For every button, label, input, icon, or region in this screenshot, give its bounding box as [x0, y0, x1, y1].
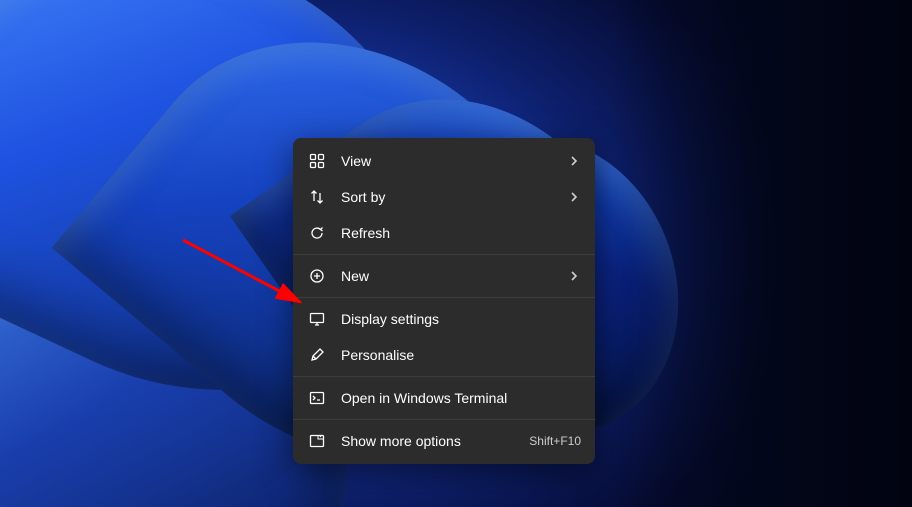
- menu-item-label: View: [341, 153, 567, 169]
- menu-item-sort-by[interactable]: Sort by: [293, 179, 595, 215]
- menu-separator: [293, 254, 595, 255]
- desktop-context-menu: View Sort by Refresh New Disp: [293, 138, 595, 464]
- menu-item-label: Refresh: [341, 225, 581, 241]
- show-more-icon: [307, 431, 327, 451]
- menu-item-label: Personalise: [341, 347, 581, 363]
- chevron-right-icon: [567, 269, 581, 283]
- menu-item-refresh[interactable]: Refresh: [293, 215, 595, 251]
- menu-item-label: New: [341, 268, 567, 284]
- menu-separator: [293, 419, 595, 420]
- sort-icon: [307, 187, 327, 207]
- menu-item-label: Sort by: [341, 189, 567, 205]
- menu-item-label: Show more options: [341, 433, 529, 449]
- menu-item-new[interactable]: New: [293, 258, 595, 294]
- menu-separator: [293, 297, 595, 298]
- view-icon: [307, 151, 327, 171]
- refresh-icon: [307, 223, 327, 243]
- new-icon: [307, 266, 327, 286]
- chevron-right-icon: [567, 190, 581, 204]
- display-icon: [307, 309, 327, 329]
- menu-separator: [293, 376, 595, 377]
- terminal-icon: [307, 388, 327, 408]
- menu-item-label: Open in Windows Terminal: [341, 390, 581, 406]
- menu-item-open-terminal[interactable]: Open in Windows Terminal: [293, 380, 595, 416]
- menu-item-label: Display settings: [341, 311, 581, 327]
- chevron-right-icon: [567, 154, 581, 168]
- menu-item-display-settings[interactable]: Display settings: [293, 301, 595, 337]
- menu-item-show-more-options[interactable]: Show more options Shift+F10: [293, 423, 595, 459]
- menu-item-personalise[interactable]: Personalise: [293, 337, 595, 373]
- personalise-icon: [307, 345, 327, 365]
- menu-item-view[interactable]: View: [293, 143, 595, 179]
- menu-item-shortcut: Shift+F10: [529, 434, 581, 448]
